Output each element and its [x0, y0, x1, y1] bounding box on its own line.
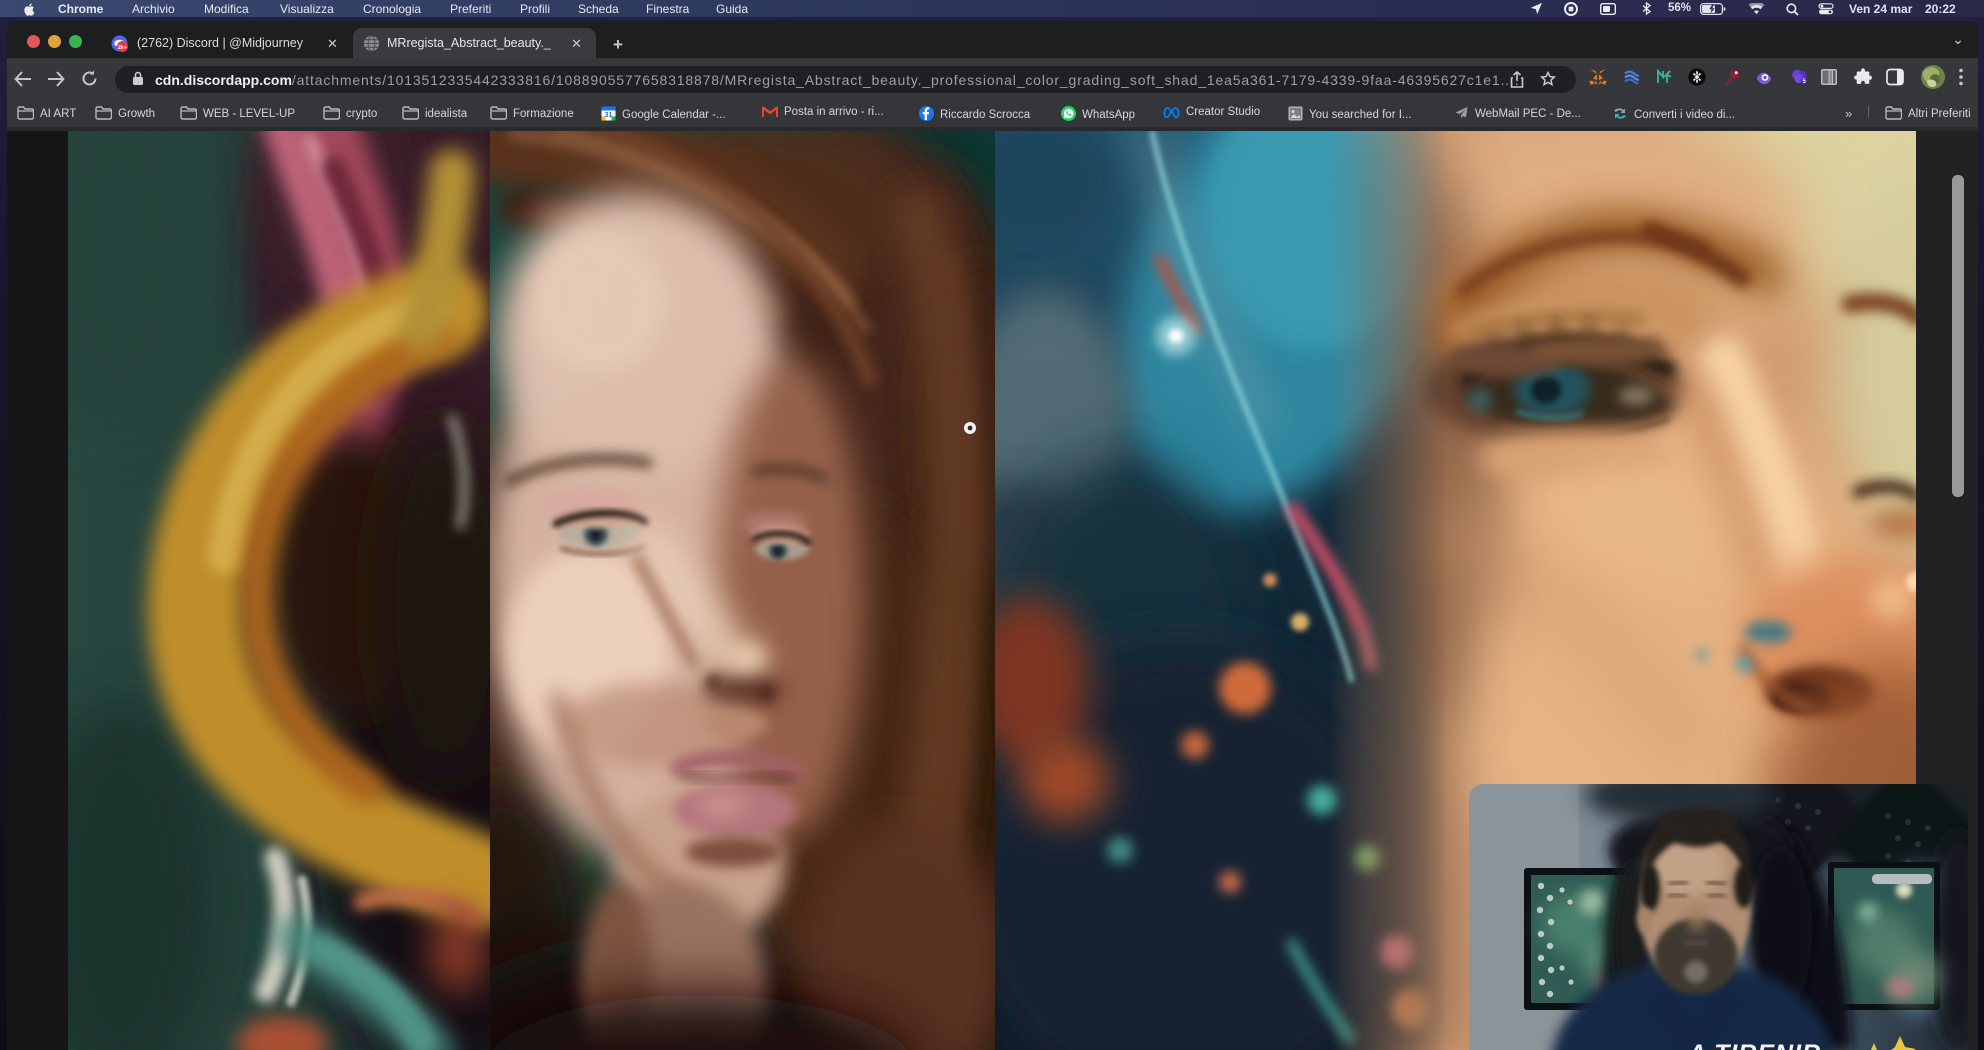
svg-text:31: 31 [605, 112, 613, 119]
svg-text:A TIRENIR: A TIRENIR [1687, 1040, 1821, 1050]
svg-text:2k+: 2k+ [118, 45, 127, 51]
